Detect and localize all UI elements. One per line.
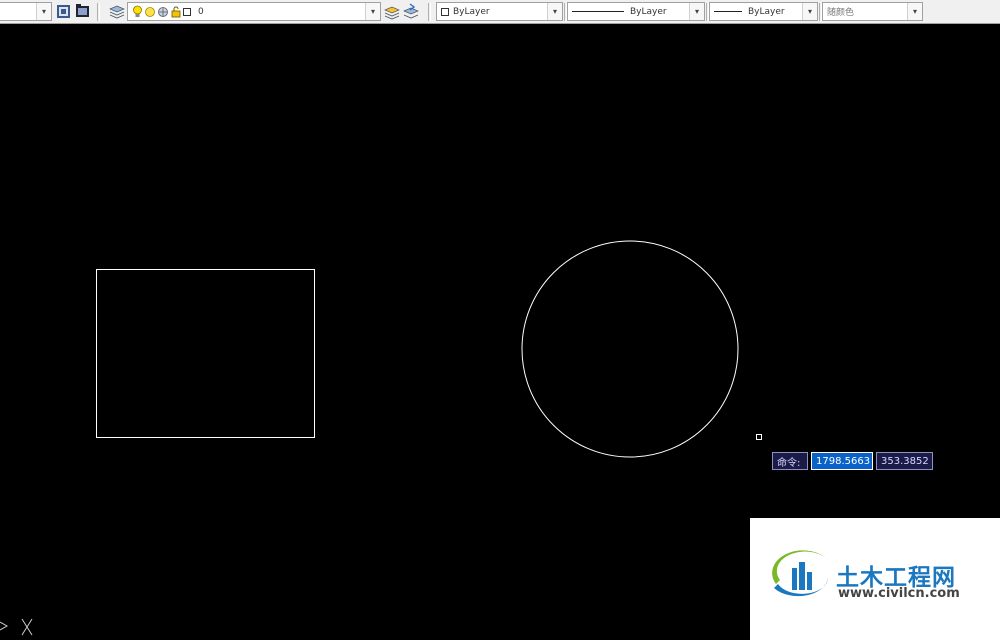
layer-dropdown[interactable]: 0 ▾	[127, 2, 381, 21]
linetype-value: ByLayer	[630, 6, 667, 17]
linetype-sample	[572, 11, 624, 12]
quick-select-icon[interactable]	[74, 3, 91, 20]
chevron-down-icon: ▾	[547, 3, 562, 20]
color-swatch	[441, 7, 449, 16]
chevron-down-icon: ▾	[802, 3, 817, 20]
layer-state-icons	[132, 5, 195, 18]
sun-icon	[145, 6, 155, 17]
layer-properties-icon[interactable]	[108, 3, 125, 20]
chevron-down-icon: ▾	[907, 3, 922, 20]
command-prompt-label: 命令:	[772, 452, 808, 470]
cursor-pickbox	[756, 434, 762, 440]
plotstyle-value: 随颜色	[827, 8, 855, 18]
civilcn-logo-icon	[772, 550, 830, 597]
lineweight-value: ByLayer	[748, 6, 785, 17]
layer-color-swatch	[183, 7, 191, 16]
layer-previous-icon[interactable]	[402, 3, 419, 20]
chevron-down-icon: ▾	[36, 3, 51, 20]
toolbar-separator	[97, 3, 100, 21]
lightbulb-icon	[133, 5, 142, 17]
watermark-url: www.civilcn.com	[838, 586, 960, 601]
layer-name: 0	[198, 6, 204, 17]
color-value: ByLayer	[453, 6, 490, 17]
lock-icon	[171, 6, 181, 17]
workspace-dropdown[interactable]: ▾	[0, 2, 52, 21]
toolbar-separator	[428, 3, 431, 21]
chevron-down-icon: ▾	[689, 3, 704, 20]
chevron-down-icon: ▾	[365, 3, 380, 20]
plotstyle-dropdown[interactable]: 随颜色 ▾	[822, 2, 923, 21]
y-coordinate-input[interactable]: 353.3852	[876, 452, 933, 470]
watermark-logo: 土木工程网 www.civilcn.com	[750, 518, 1000, 640]
lineweight-dropdown[interactable]: ByLayer ▾	[709, 2, 818, 21]
linetype-dropdown[interactable]: ByLayer ▾	[567, 2, 705, 21]
drawn-rectangle[interactable]	[96, 269, 315, 438]
color-dropdown[interactable]: ByLayer ▾	[436, 2, 563, 21]
viewport-freeze-icon	[158, 6, 168, 17]
make-current-layer-icon[interactable]	[383, 3, 400, 20]
match-properties-icon[interactable]	[55, 3, 72, 20]
drawn-circle[interactable]	[521, 240, 739, 458]
properties-toolbar: ▾ 0 ▾ ByLayer ▾ ByLayer ▾ ByLayer ▾ 随颜色 …	[0, 0, 1000, 24]
lineweight-sample	[714, 11, 742, 12]
x-coordinate-input[interactable]: 1798.5663	[811, 452, 873, 470]
ucs-icon	[0, 618, 33, 636]
dynamic-input-tooltip: 命令: 1798.5663 353.3852	[772, 452, 933, 470]
